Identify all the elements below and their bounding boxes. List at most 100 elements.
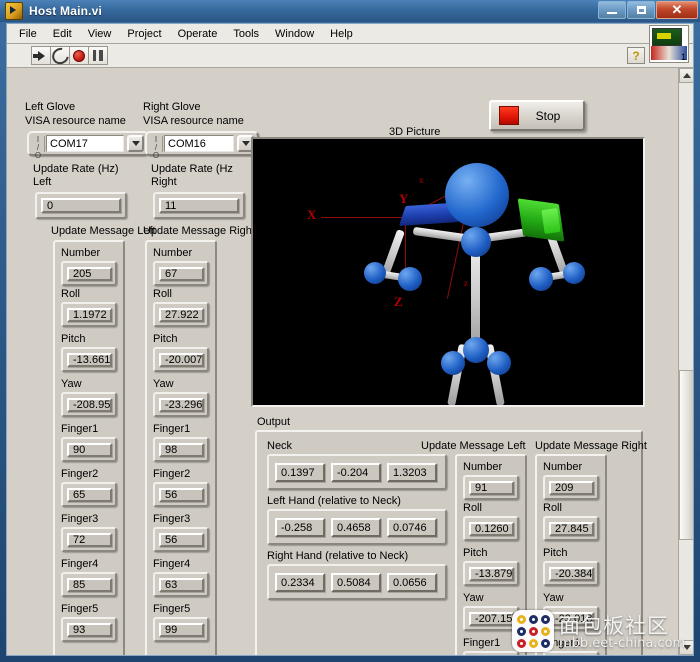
right-field-value-0: 67 [159, 267, 204, 281]
figure-left-hip-joint [441, 351, 465, 375]
right-field-well-1: 27.922 [153, 302, 209, 327]
right-visa-resource-combo[interactable]: I / O COM16 [145, 131, 259, 159]
right-field-label-8: Finger5 [153, 603, 191, 615]
picture3d-control[interactable]: X Y Z x z [251, 137, 645, 407]
run-button[interactable] [31, 46, 51, 65]
out-left-well-2: -13.879 [463, 561, 519, 586]
out-left-value-0: 91 [469, 481, 514, 495]
left-field-value-1: 1.1972 [67, 308, 112, 322]
caret-down-icon [682, 645, 691, 650]
left-field-well-5: 65 [61, 482, 117, 507]
menu-tools[interactable]: Tools [225, 26, 267, 42]
left-update-rate-label-line2: Left [33, 176, 52, 188]
front-panel: Left Glove VISA resource name I / O COM17 … [7, 68, 693, 655]
left-field-label-8: Finger5 [61, 603, 99, 615]
stop-button[interactable]: Stop [489, 100, 585, 131]
right-field-label-1: Roll [153, 288, 172, 300]
menu-help[interactable]: Help [322, 26, 361, 42]
minimize-button[interactable] [598, 1, 626, 19]
out-right-value-2: -20.384 [549, 567, 594, 581]
right-update-rate-label-line2: Right [151, 176, 177, 188]
right-field-value-5: 56 [159, 488, 204, 502]
panel-vertical-scrollbar[interactable] [678, 68, 693, 655]
left-field-value-7: 85 [67, 578, 112, 592]
maximize-button[interactable] [627, 1, 655, 19]
menu-file[interactable]: File [11, 26, 45, 42]
right-field-value-2: -20.007 [159, 353, 204, 367]
axis-label-z-small: z [464, 278, 468, 288]
right-field-well-6: 56 [153, 527, 209, 552]
right-hand-label: Right Hand (relative to Neck) [267, 550, 409, 562]
right-update-rate-well: 11 [153, 192, 245, 219]
left-field-value-5: 65 [67, 488, 112, 502]
menu-project[interactable]: Project [119, 26, 169, 42]
toolbar-buttons [31, 44, 108, 67]
out-left-well-3: -207.15 [463, 606, 519, 631]
right-visa-resource-value[interactable]: COM16 [164, 135, 234, 152]
scroll-down-button[interactable] [679, 640, 693, 655]
chevron-down-icon [131, 141, 140, 146]
right-message-cluster: Number 67 Roll 27.922 Pitch -20.007 Yaw … [145, 240, 217, 655]
out-right-well-1: 27.845 [543, 516, 599, 541]
minimize-icon [607, 12, 617, 14]
out-left-label-4: Finger1 [463, 637, 501, 649]
left-field-label-0: Number [61, 247, 101, 259]
window-title: Host Main.vi [29, 4, 103, 18]
left-field-value-0: 205 [67, 267, 112, 281]
right-hand-value-y: 0.5084 [331, 573, 381, 592]
scroll-up-button[interactable] [679, 68, 693, 83]
vi-toolbar: ? 1 [7, 25, 693, 68]
right-field-label-4: Finger1 [153, 423, 191, 435]
left-visa-resource-value[interactable]: COM17 [46, 135, 124, 152]
out-right-well-2: -20.384 [543, 561, 599, 586]
figure-left-hand-joint [364, 262, 386, 284]
right-glove-visa-label: VISA resource name [143, 115, 244, 127]
right-field-well-7: 63 [153, 572, 209, 597]
left-message-cluster: Number 205 Roll 1.1972 Pitch -13.661 Yaw… [53, 240, 125, 655]
output-group-label: Output [257, 416, 291, 428]
right-update-rate-value: 11 [159, 198, 239, 213]
left-hand-value-z: 0.0746 [387, 518, 437, 537]
neck-array-well: 0.1397 -0.204 1.3203 [267, 454, 447, 490]
vi-icon-badge[interactable]: 1 [649, 25, 689, 63]
right-hand-value-z: 0.0656 [387, 573, 437, 592]
out-right-label-4: Finger1 [543, 637, 581, 649]
left-visa-dropdown-button[interactable] [127, 135, 144, 152]
right-glove-3d-highlight [541, 208, 561, 234]
out-right-label-2: Pitch [543, 547, 568, 559]
neck-value-z: 1.3203 [387, 463, 437, 482]
left-update-rate-value: 0 [41, 198, 121, 213]
out-right-well-0: 209 [543, 475, 599, 500]
right-field-value-6: 56 [159, 533, 204, 547]
left-field-well-7: 85 [61, 572, 117, 597]
output-right-message-cluster: Number 209 Roll 27.845 Pitch -20.384 Yaw [535, 454, 607, 655]
out-left-label-0: Number [463, 461, 503, 473]
run-arrow-icon [32, 50, 45, 61]
left-field-label-2: Pitch [61, 333, 86, 345]
output-message-left-label: Update Message Left [421, 440, 526, 452]
out-right-value-3: -23.018 [549, 612, 594, 626]
axis-label-z: Z [394, 294, 403, 309]
out-left-well-4: 90 [463, 651, 519, 655]
menu-view[interactable]: View [80, 26, 120, 42]
pause-button[interactable] [88, 46, 108, 65]
scrollbar-thumb[interactable] [679, 370, 693, 540]
close-button[interactable]: ✕ [656, 1, 698, 19]
out-left-label-1: Roll [463, 502, 482, 514]
window-controls: ✕ [598, 1, 698, 19]
left-visa-resource-combo[interactable]: I / O COM17 [27, 131, 149, 159]
abort-button[interactable] [69, 46, 89, 65]
menu-window[interactable]: Window [267, 26, 322, 42]
menu-operate[interactable]: Operate [170, 26, 226, 42]
menu-edit[interactable]: Edit [45, 26, 80, 42]
right-update-rate-label-line1: Update Rate (Hz [151, 163, 233, 175]
run-continuously-button[interactable] [48, 44, 72, 67]
left-field-value-2: -13.661 [67, 353, 112, 367]
out-right-well-3: -23.018 [543, 606, 599, 631]
left-field-value-8: 93 [67, 623, 112, 637]
context-help-button[interactable]: ? [627, 47, 645, 64]
right-hand-value-x: 0.2334 [275, 573, 325, 592]
right-field-label-0: Number [153, 247, 193, 259]
left-hand-array-well: -0.258 0.4658 0.0746 [267, 509, 447, 545]
out-left-label-3: Yaw [463, 592, 484, 604]
